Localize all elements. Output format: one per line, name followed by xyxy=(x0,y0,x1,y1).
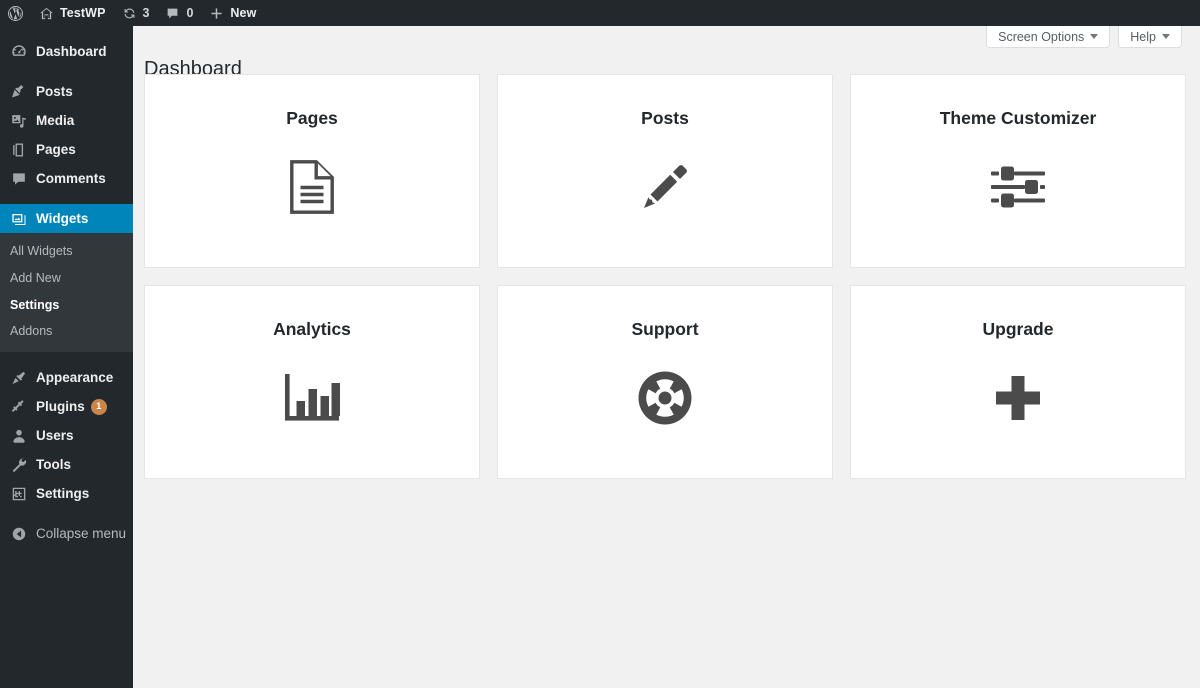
card-upgrade[interactable]: Upgrade xyxy=(850,285,1186,479)
home-icon xyxy=(39,6,54,21)
dashboard-cards-grid: Pages Posts Theme Customizer Analytics S… xyxy=(144,74,1186,479)
sidebar-item-plugins[interactable]: Plugins 1 xyxy=(0,392,133,421)
sidebar-item-settings[interactable]: Settings xyxy=(0,479,133,508)
screen-meta-links: Screen Options Help xyxy=(986,26,1182,48)
admin-bar-updates[interactable]: 3 xyxy=(114,0,158,26)
submenu-item-add-new[interactable]: Add New xyxy=(0,265,133,292)
admin-bar-new-content[interactable]: New xyxy=(201,0,264,26)
card-title: Posts xyxy=(641,108,689,128)
help-button[interactable]: Help xyxy=(1118,26,1182,48)
menu-spacer-3 xyxy=(0,352,133,363)
document-icon xyxy=(280,157,344,217)
sidebar-item-label: Tools xyxy=(36,456,71,472)
sidebar-item-pages[interactable]: Pages xyxy=(0,135,133,164)
sidebar-item-media[interactable]: Media xyxy=(0,106,133,135)
sidebar-item-comments[interactable]: Comments xyxy=(0,164,133,193)
help-label: Help xyxy=(1130,29,1156,44)
main-content: Screen Options Help Dashboard Pages Post… xyxy=(133,26,1200,688)
sidebar-item-widgets[interactable]: Widgets xyxy=(0,204,141,233)
plus-icon xyxy=(209,6,224,21)
sidebar-item-label: Dashboard xyxy=(36,43,107,59)
admin-bar-new-label: New xyxy=(230,6,257,20)
card-analytics[interactable]: Analytics xyxy=(144,285,480,479)
chevron-down-icon xyxy=(1162,34,1170,39)
sidebar-item-label: Widgets xyxy=(36,210,89,226)
admin-bar-comments[interactable]: 0 xyxy=(157,0,201,26)
chevron-down-icon xyxy=(1090,34,1099,39)
pages-icon xyxy=(9,140,29,160)
admin-bar-updates-count: 3 xyxy=(142,6,150,20)
sidebar-item-label: Media xyxy=(36,112,75,128)
admin-bar-comments-count: 0 xyxy=(186,6,194,20)
screen-options-button[interactable]: Screen Options xyxy=(986,26,1111,48)
sidebar-item-label: Plugins xyxy=(36,398,85,414)
widgets-submenu: All Widgets Add New Settings Addons xyxy=(0,233,133,352)
admin-bar: TestWP 3 0 New xyxy=(0,0,1200,26)
sliders-icon xyxy=(986,157,1050,217)
admin-bar-wordpress-logo[interactable] xyxy=(0,0,31,26)
card-title: Support xyxy=(631,319,699,339)
widgets-icon xyxy=(9,209,29,229)
card-title: Pages xyxy=(286,108,338,128)
user-icon xyxy=(9,426,29,446)
sidebar-item-dashboard[interactable]: Dashboard xyxy=(0,37,133,66)
submenu-item-settings[interactable]: Settings xyxy=(0,292,133,319)
comment-bubble-icon xyxy=(9,169,29,189)
menu-spacer-4 xyxy=(0,508,133,519)
menu-spacer-top xyxy=(0,26,133,37)
comment-bubble-icon xyxy=(165,6,180,21)
admin-bar-site-name[interactable]: TestWP xyxy=(31,0,114,26)
card-theme-customizer[interactable]: Theme Customizer xyxy=(850,74,1186,268)
plus-icon xyxy=(986,368,1050,428)
lifebuoy-icon xyxy=(633,368,697,428)
card-title: Analytics xyxy=(273,319,351,339)
settings-sliders-icon xyxy=(9,484,29,504)
brush-icon xyxy=(9,368,29,388)
card-title: Theme Customizer xyxy=(939,108,1097,128)
sidebar-item-label: Comments xyxy=(36,170,106,186)
media-icon xyxy=(9,111,29,131)
sidebar-item-label: Users xyxy=(36,427,74,443)
pencil-icon xyxy=(633,157,697,217)
screen-options-label: Screen Options xyxy=(998,29,1085,44)
sidebar-item-users[interactable]: Users xyxy=(0,421,133,450)
wordpress-logo-icon xyxy=(7,5,24,22)
wrench-icon xyxy=(9,455,29,475)
menu-spacer-1 xyxy=(0,66,133,77)
pin-icon xyxy=(9,82,29,102)
sidebar-item-label: Posts xyxy=(36,83,73,99)
card-pages[interactable]: Pages xyxy=(144,74,480,268)
sidebar-item-label: Pages xyxy=(36,141,76,157)
sidebar-item-label: Collapse menu xyxy=(36,525,127,541)
admin-sidebar-menu: Dashboard Posts Media Pages Comments Wid… xyxy=(0,26,141,688)
sidebar-item-posts[interactable]: Posts xyxy=(0,77,133,106)
sidebar-item-label: Appearance xyxy=(36,369,114,385)
plugin-icon xyxy=(9,397,29,417)
sidebar-item-tools[interactable]: Tools xyxy=(0,450,133,479)
submenu-item-all-widgets[interactable]: All Widgets xyxy=(0,238,133,265)
collapse-arrow-icon xyxy=(9,524,29,544)
sidebar-item-appearance[interactable]: Appearance xyxy=(0,363,133,392)
plugins-update-badge: 1 xyxy=(90,398,107,415)
dashboard-icon xyxy=(9,42,29,62)
card-title: Upgrade xyxy=(982,319,1054,339)
bar-chart-icon xyxy=(280,368,344,428)
menu-spacer-2 xyxy=(0,193,133,204)
submenu-item-addons[interactable]: Addons xyxy=(0,318,133,345)
sidebar-item-label: Settings xyxy=(36,485,90,501)
updates-icon xyxy=(122,6,137,21)
card-support[interactable]: Support xyxy=(497,285,833,479)
card-posts[interactable]: Posts xyxy=(497,74,833,268)
sidebar-item-collapse-menu[interactable]: Collapse menu xyxy=(0,519,133,548)
admin-bar-site-label: TestWP xyxy=(60,6,106,20)
current-menu-arrow-icon xyxy=(133,210,141,227)
